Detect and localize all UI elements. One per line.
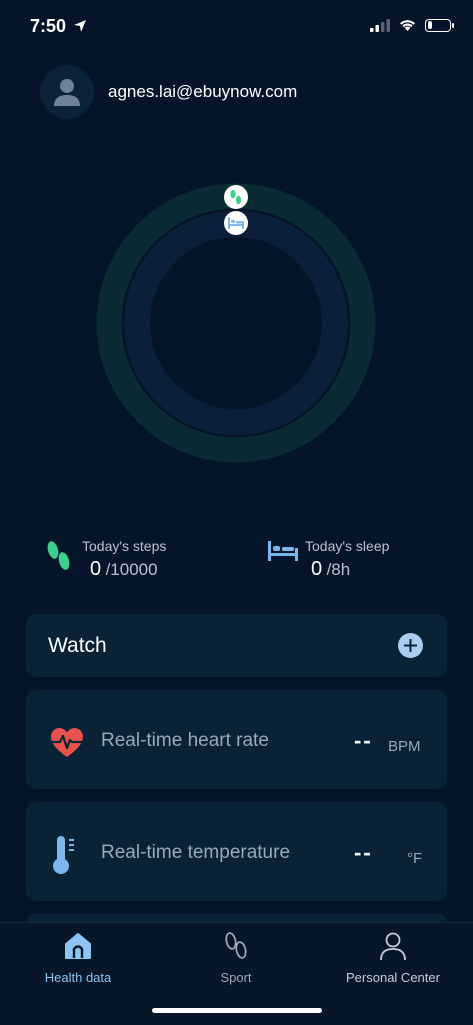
thermometer-icon — [53, 836, 74, 874]
battery-icon — [425, 18, 454, 32]
location-arrow-icon — [74, 20, 87, 32]
steps-value: 0 — [90, 558, 102, 580]
temperature-value: -- — [354, 840, 373, 865]
footsteps-icon — [225, 932, 247, 959]
footsteps-icon — [47, 541, 70, 570]
bed-icon — [268, 541, 298, 561]
home-indicator — [152, 1008, 322, 1013]
user-email[interactable]: agnes.lai@ebuynow.com — [108, 82, 297, 102]
heart-rate-icon — [51, 728, 83, 757]
steps-label: Today's steps — [82, 538, 167, 554]
sleep-goal: /8h — [326, 560, 351, 579]
plus-icon — [404, 639, 417, 652]
ring-center — [150, 237, 322, 409]
nav-sport-label: Sport — [220, 970, 252, 985]
add-watch-button[interactable] — [398, 633, 423, 658]
wifi-icon — [400, 20, 415, 31]
heart-rate-unit: BPM — [388, 738, 421, 755]
heart-rate-value: -- — [354, 728, 373, 753]
heart-rate-label: Real-time heart rate — [101, 730, 269, 751]
temperature-label: Real-time temperature — [101, 842, 291, 863]
sleep-label: Today's sleep — [305, 538, 390, 554]
nav-personal-center-label: Personal Center — [346, 970, 440, 985]
home-icon — [65, 933, 91, 959]
footsteps-icon — [230, 189, 242, 205]
battery-level — [427, 21, 432, 29]
nav-personal-center[interactable]: Personal Center — [323, 931, 463, 985]
steps-goal: /10000 — [105, 560, 158, 579]
bed-icon — [228, 217, 244, 229]
nav-sport[interactable]: Sport — [166, 931, 306, 985]
temperature-card[interactable]: Real-time temperature -- °F — [26, 802, 447, 901]
heart-rate-card[interactable]: Real-time heart rate -- BPM — [26, 690, 447, 789]
temperature-unit: °F — [407, 850, 423, 867]
status-time: 7:50 — [30, 16, 87, 37]
cellular-signal-icon — [370, 18, 390, 32]
status-icons — [370, 18, 454, 32]
watch-card[interactable]: Watch — [26, 614, 447, 677]
avatar[interactable] — [40, 65, 94, 119]
user-icon — [54, 79, 80, 106]
nav-health-data-label: Health data — [44, 970, 112, 985]
steps-ring-marker — [224, 185, 248, 209]
watch-title: Watch — [48, 634, 107, 657]
next-card — [26, 914, 447, 922]
nav-health-data[interactable]: Health data — [8, 931, 148, 985]
person-icon — [380, 932, 406, 961]
sleep-value: 0 — [311, 558, 323, 580]
sleep-ring-marker — [224, 211, 248, 235]
